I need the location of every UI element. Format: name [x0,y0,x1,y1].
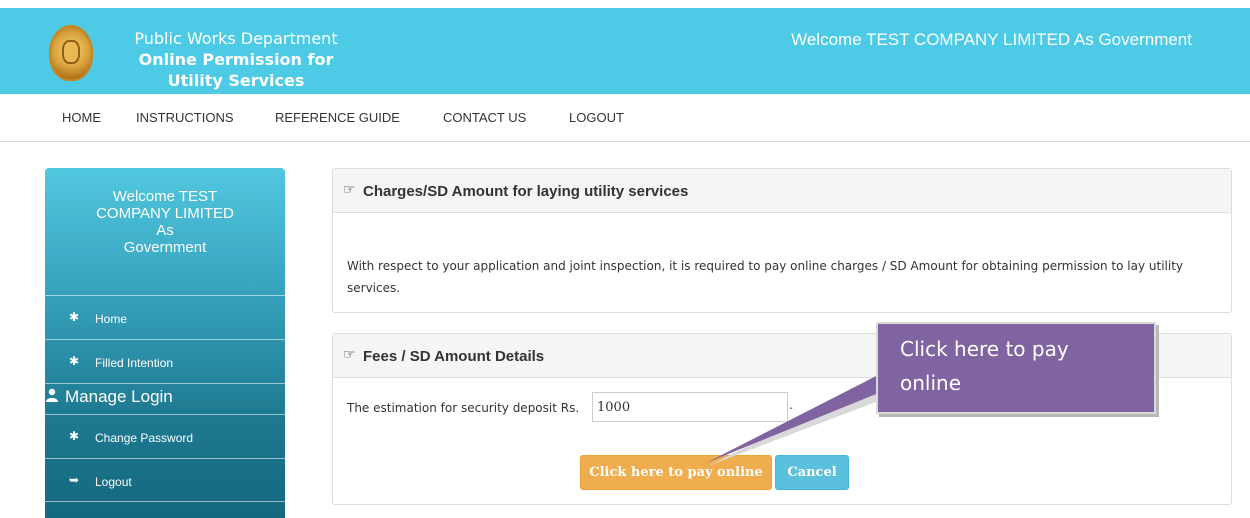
sidebar-welcome-line3: As [156,222,174,239]
charges-panel-title: Charges/SD Amount for laying utility ser… [363,183,689,200]
sidebar: Welcome TEST COMPANY LIMITED As Governme… [37,168,285,518]
sidebar-welcome-line1: Welcome TEST [112,188,218,205]
sidebar-item-home[interactable]: ✱ Home [45,295,285,339]
nav-home[interactable]: HOME [62,110,101,125]
nav-contact-us[interactable]: CONTACT US [443,110,526,125]
pay-online-button[interactable]: Click here to pay online [580,455,772,490]
callout-line2: online [900,371,962,395]
sidebar-section-label: Manage Login [65,387,173,406]
trailing-dot: . [789,398,793,412]
user-icon [45,388,59,405]
charges-text-line1: With respect to your application and joi… [347,259,1184,273]
security-deposit-input[interactable] [592,392,788,422]
department-title: Public Works Department Online Permissio… [116,28,356,91]
fees-panel-title: Fees / SD Amount Details [363,348,545,365]
logout-icon: ➥ [69,473,80,487]
sidebar-welcome-line2: COMPANY LIMITED [96,205,234,222]
nav-logout[interactable]: LOGOUT [569,110,624,125]
charges-panel-heading: ☞ Charges/SD Amount for laying utility s… [333,169,1231,213]
sidebar-item-filled-intention[interactable]: ✱ Filled Intention [45,339,285,383]
sidebar-welcome-line4: Government [123,239,207,256]
nav-instructions[interactable]: INSTRUCTIONS [136,110,234,125]
main-nav: HOME INSTRUCTIONS REFERENCE GUIDE CONTAC… [0,94,1250,142]
header-welcome-text: Welcome TEST COMPANY LIMITED As Governme… [791,30,1192,49]
sidebar-item-label: Home [95,312,128,326]
nav-reference-guide[interactable]: REFERENCE GUIDE [275,110,400,125]
portal-name-line2: Utility Services [167,71,305,90]
government-emblem-icon [49,25,93,81]
pay-online-callout: Click here to pay online [876,322,1156,414]
department-name: Public Works Department [134,29,338,48]
sidebar-item-change-password[interactable]: ✱ Change Password [45,414,285,458]
sidebar-welcome: Welcome TEST COMPANY LIMITED As Governme… [45,188,285,256]
sidebar-item-label: Filled Intention [95,356,174,370]
sidebar-item-label: Change Password [95,431,194,445]
charges-text-line2: services. [347,281,401,295]
estimation-label: The estimation for security deposit Rs. [347,401,580,415]
charges-panel-text: With respect to your application and joi… [347,255,1223,299]
charges-panel: ☞ Charges/SD Amount for laying utility s… [332,168,1232,313]
gear-icon: ✱ [69,429,80,443]
site-header: Public Works Department Online Permissio… [0,8,1250,94]
cancel-button[interactable]: Cancel [775,455,849,490]
sidebar-section-manage-login: Manage Login [37,383,285,409]
gear-icon: ✱ [69,310,80,324]
sidebar-item-logout[interactable]: ➥ Logout [45,458,285,502]
top-margin [0,0,1250,8]
portal-name-line1: Online Permission for [138,50,334,69]
callout-line1: Click here to pay [900,337,1069,361]
sidebar-item-label: Logout [95,475,132,489]
pointing-hand-icon: ☞ [343,182,356,198]
gear-icon: ✱ [69,354,80,368]
pointing-hand-icon: ☞ [343,347,356,363]
